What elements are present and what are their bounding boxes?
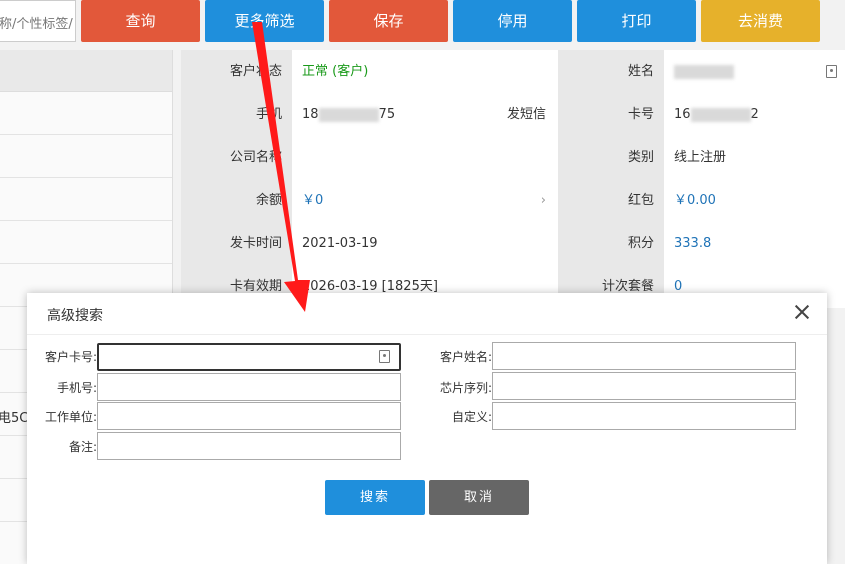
keyword-search-input[interactable]: 称/个性标签/: [0, 0, 76, 42]
list-header: [0, 50, 172, 92]
card-no-input[interactable]: [97, 343, 401, 371]
remark-label: 备注:: [68, 440, 97, 454]
list-item[interactable]: [0, 178, 172, 221]
dialog-title: 高级搜索: [47, 308, 103, 324]
phone-value: 18 75 发短信: [292, 93, 558, 136]
search-button[interactable]: 搜索: [325, 480, 425, 515]
more-filter-button[interactable]: 更多筛选: [205, 0, 324, 42]
masked-card: [690, 107, 751, 122]
points-label: 积分: [558, 222, 664, 265]
name-label: 姓名: [558, 50, 664, 93]
issue-time-value: 2021-03-19: [292, 222, 558, 265]
advanced-search-dialog: 高级搜索 客户卡号: 客户姓名: 手机号: 芯片序列: 工作单位: 自定义: 备…: [27, 293, 827, 564]
masked-phone: [318, 107, 379, 122]
search-placeholder: 称/个性标签/: [0, 17, 73, 32]
company-value: [292, 136, 558, 179]
card-value: 16 2: [664, 93, 845, 136]
custom-label: 自定义:: [451, 410, 492, 424]
category-label: 类别: [558, 136, 664, 179]
chip-serial-label: 芯片序列:: [439, 381, 492, 395]
consume-button[interactable]: 去消费: [701, 0, 820, 42]
chip-serial-input[interactable]: [492, 372, 796, 400]
work-unit-label: 工作单位:: [44, 410, 97, 424]
customer-info-table: 客户状态 正常 (客户) 姓名 手机 18 75 发短信 卡号 16 2 公司名称 类…: [181, 50, 845, 308]
masked-name: [674, 64, 734, 79]
remark-input[interactable]: [97, 432, 401, 460]
save-button[interactable]: 保存: [329, 0, 448, 42]
phone-prefix: 18: [302, 107, 319, 122]
card-label: 卡号: [558, 93, 664, 136]
toolbar: 称/个性标签/ 查询 更多筛选 保存 停用 打印 去消费: [0, 0, 845, 44]
card-no-label: 客户卡号:: [44, 350, 97, 364]
list-item[interactable]: [0, 221, 172, 264]
send-sms-link[interactable]: 发短信: [507, 93, 546, 136]
cancel-button[interactable]: 取消: [429, 480, 529, 515]
balance-value[interactable]: ￥0 ›: [292, 179, 558, 222]
name-value: [664, 50, 845, 93]
custom-input[interactable]: [492, 402, 796, 430]
issue-time-label: 发卡时间: [181, 222, 292, 265]
customer-name-input[interactable]: [492, 342, 796, 370]
category-value: 线上注册: [664, 136, 845, 179]
print-button[interactable]: 打印: [577, 0, 696, 42]
card-icon[interactable]: [826, 65, 837, 78]
card-reader-icon[interactable]: [379, 350, 390, 363]
info-row-balance: 余额 ￥0 › 红包 ￥0.00: [181, 179, 845, 222]
chevron-right-icon[interactable]: ›: [541, 179, 546, 222]
dialog-header: 高级搜索: [27, 293, 827, 335]
disable-button[interactable]: 停用: [453, 0, 572, 42]
company-label: 公司名称: [181, 136, 292, 179]
card-prefix: 16: [674, 107, 691, 122]
balance-label: 余额: [181, 179, 292, 222]
work-unit-input[interactable]: [97, 402, 401, 430]
phone-suffix: 75: [378, 107, 396, 122]
phone-label: 手机号:: [56, 381, 97, 395]
phone-label: 手机: [181, 93, 292, 136]
redpack-label: 红包: [558, 179, 664, 222]
info-row-phone: 手机 18 75 发短信 卡号 16 2: [181, 93, 845, 136]
card-suffix: 2: [750, 107, 759, 122]
query-button[interactable]: 查询: [81, 0, 200, 42]
status-value: 正常 (客户): [292, 50, 558, 93]
list-item[interactable]: [0, 135, 172, 178]
points-value: 333.8: [664, 222, 845, 265]
redpack-value: ￥0.00: [664, 179, 845, 222]
list-item-text: 电5C: [0, 411, 29, 426]
info-row-issue: 发卡时间 2021-03-19 积分 333.8: [181, 222, 845, 265]
close-icon[interactable]: [795, 305, 809, 319]
info-row-company: 公司名称 类别 线上注册: [181, 136, 845, 179]
list-item[interactable]: [0, 92, 172, 135]
phone-input[interactable]: [97, 373, 401, 401]
customer-name-label: 客户姓名:: [439, 350, 492, 364]
info-row-status: 客户状态 正常 (客户) 姓名: [181, 50, 845, 93]
status-label: 客户状态: [181, 50, 292, 93]
balance-amount: ￥0: [302, 193, 324, 208]
